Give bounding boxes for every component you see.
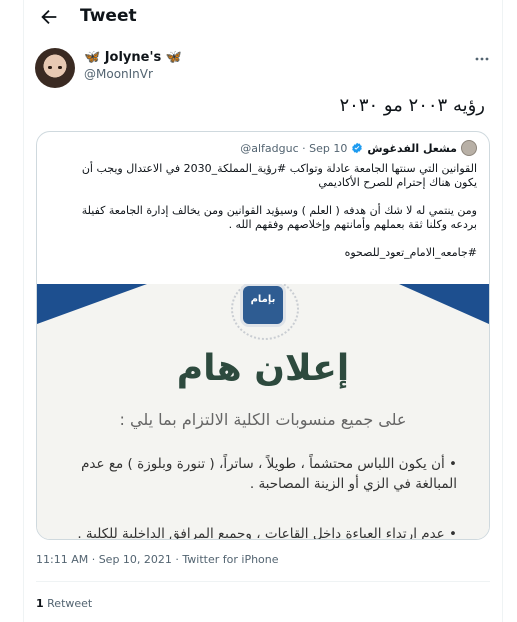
- logo-text: بإمام: [250, 294, 276, 305]
- tweet-timestamp[interactable]: 11:11 AM · Sep 10, 2021 · Twitter for iP…: [36, 553, 279, 566]
- quote-date: · Sep 10: [302, 141, 348, 155]
- quote-line: ومن ينتمي له لا شك أن هدفه ( العلم ) وسي…: [81, 204, 477, 217]
- author-handle[interactable]: @MoonInVr: [84, 67, 153, 81]
- header-band-right: [399, 284, 489, 324]
- announcement-bullet: • أن يكون اللباس محتشماً ، طويلاً ، ساتر…: [81, 456, 457, 492]
- more-options-icon[interactable]: [474, 50, 490, 62]
- tweet-text: رؤيه ٢٠٠٣ مو ٢٠٣٠: [339, 95, 485, 116]
- announcement-bullet: • عدم ارتداء العباءة داخل القاعات ، وجمي…: [77, 526, 457, 539]
- page-title: Tweet: [80, 6, 137, 26]
- quote-handle-date: @alfadguc · Sep 10: [240, 142, 347, 155]
- retweet-stat[interactable]: 1 Retweet: [36, 597, 92, 610]
- divider: [36, 581, 490, 582]
- quote-handle: @alfadguc: [240, 141, 299, 155]
- quote-line: يكون هناك إحترام للصرح الأكاديمي: [318, 176, 477, 189]
- quote-line: القوانين التي سنتها الجامعة عادلة وتواكب…: [81, 162, 477, 175]
- retweet-count: 1: [36, 597, 44, 610]
- top-bar: Tweet: [24, 0, 502, 36]
- quote-line: بردعه وكلنا ثقة بعملهم وأمانتهم وإخلاصهم…: [228, 218, 477, 231]
- quote-header: مشعل الفدغوش @alfadguc · Sep 10: [240, 140, 477, 156]
- quote-hashtag[interactable]: #جامعه_الامام_تعود_للصحوه: [47, 246, 477, 260]
- verified-badge-icon: [351, 142, 363, 154]
- author-display-name[interactable]: 🦋 Jolyne's 🦋: [84, 50, 182, 65]
- university-logo: بإمام: [227, 284, 299, 340]
- avatar-eye: [48, 66, 52, 69]
- tweet-detail-page: Tweet 🦋 Jolyne's 🦋 @MoonInVr رؤيه ٢٠٠٣ م…: [23, 0, 503, 622]
- retweet-label: Retweet: [47, 597, 93, 610]
- announcement-title: إعلان هام: [176, 348, 350, 389]
- quote-avatar: [461, 140, 477, 156]
- announcement-subtitle: على جميع منسوبات الكلية الالتزام بما يلي…: [119, 410, 407, 429]
- quote-author-name: مشعل الفدغوش: [367, 141, 457, 155]
- avatar[interactable]: [35, 48, 75, 88]
- back-arrow-icon[interactable]: [38, 6, 60, 28]
- avatar-eye: [58, 66, 62, 69]
- logo-box: بإمام: [243, 286, 283, 324]
- quote-text: القوانين التي سنتها الجامعة عادلة وتواكب…: [47, 162, 477, 260]
- header-band-left: [37, 284, 147, 324]
- author-name-text: 🦋 Jolyne's 🦋: [84, 50, 182, 65]
- quote-announcement-image[interactable]: بإمام إعلان هام على جميع منسوبات الكلية …: [37, 284, 489, 539]
- quoted-tweet[interactable]: مشعل الفدغوش @alfadguc · Sep 10 القوانين…: [36, 131, 490, 540]
